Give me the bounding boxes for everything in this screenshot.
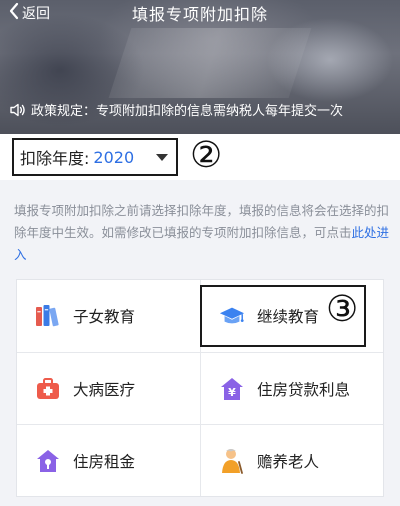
item-housing-loan-interest[interactable]: ¥ 住房贷款利息 [201,353,384,425]
speaker-icon [10,103,26,117]
nav-bar: 返回 填报专项附加扣除 [0,0,400,26]
item-serious-illness-medical[interactable]: 大病医疗 [17,353,200,425]
year-label: 扣除年度: [20,149,90,168]
item-label: 子女教育 [73,308,136,326]
graduation-cap-icon [219,303,245,329]
year-value: 2020 [93,147,135,167]
info-body: 填报专项附加扣除之前请选择扣除年度，填报的信息将会在选择的扣除年度中生效。如需修… [14,203,390,240]
info-text: 填报专项附加扣除之前请选择扣除年度，填报的信息将会在选择的扣除年度中生效。如需修… [14,200,390,266]
house-yen-icon: ¥ [219,376,245,402]
item-label: 住房租金 [73,453,136,471]
item-housing-rent[interactable]: 住房租金 [17,425,200,497]
svg-text:¥: ¥ [228,386,236,399]
policy-notice-text: 政策规定：专项附加扣除的信息需纳税人每年提交一次 [31,104,344,119]
item-children-education[interactable]: 子女教育 [17,280,200,352]
year-selector[interactable]: 扣除年度: 2020 [12,138,178,176]
medical-kit-icon [35,376,61,402]
header-banner: 返回 填报专项附加扣除 政策规定：专项附加扣除的信息需纳税人每年提交一次 [0,0,400,134]
policy-notice: 政策规定：专项附加扣除的信息需纳税人每年提交一次 [0,95,400,124]
item-label: 住房贷款利息 [257,381,351,399]
item-label: 继续教育 [257,308,320,326]
item-supporting-elderly[interactable]: 赡养老人 [201,425,384,497]
books-icon [35,303,61,329]
item-label: 赡养老人 [257,453,320,471]
annotation-marker-3: ③ [326,289,359,330]
elderly-person-icon [219,448,245,474]
caret-down-icon [156,153,169,161]
page-title: 填报专项附加扣除 [131,5,268,24]
house-key-icon [35,448,61,474]
item-label: 大病医疗 [73,381,136,399]
annotation-marker-2: ② [190,135,223,176]
